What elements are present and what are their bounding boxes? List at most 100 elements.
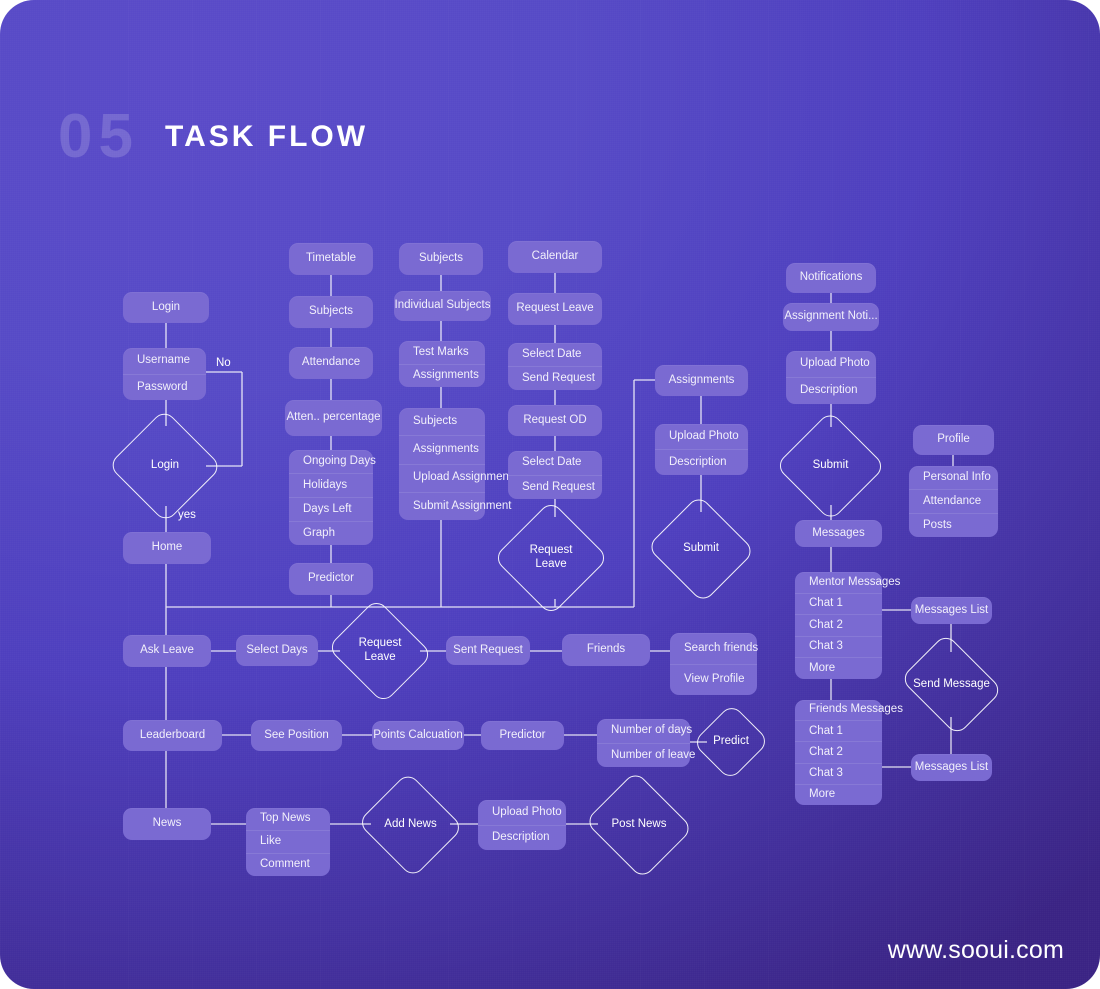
node-label-description: Description xyxy=(786,377,876,404)
node-ask-leave[interactable]: Ask Leave xyxy=(123,635,211,667)
node-select-days[interactable]: Select Days xyxy=(236,635,318,666)
node-label-view-profile: View Profile xyxy=(670,663,757,696)
decision-predict[interactable]: Predict xyxy=(692,703,770,781)
node-label-mentor-messages: Mentor Messages xyxy=(809,575,901,588)
node-points-calculation[interactable]: Points Calcuation xyxy=(372,721,464,750)
node-label-description: Description xyxy=(655,449,748,475)
node-label-subjects: Subjects xyxy=(413,414,458,427)
node-label: Predict xyxy=(713,735,749,748)
node-friends-actions[interactable]: Search friends View Profile xyxy=(670,633,758,696)
node-leave-form[interactable]: Select Date Send Request xyxy=(508,343,602,390)
decision-send-message[interactable]: Send Message xyxy=(899,632,1004,737)
node-assignment-notification[interactable]: Assignment Noti... xyxy=(783,303,879,331)
node-friends-messages[interactable]: Friends Messages Chat 1 Chat 2 Chat 3 Mo… xyxy=(795,700,903,805)
node-label-assignments: Assignments xyxy=(399,363,485,388)
node-attendance-percentage[interactable]: Atten.. percentage xyxy=(285,400,382,436)
decision-request-leave-flow[interactable]: Request Leave xyxy=(326,597,434,705)
node-assignments[interactable]: Assignments xyxy=(655,365,748,396)
node-news-actions[interactable]: Top News Like Comment xyxy=(246,808,330,876)
node-messages-list-bottom[interactable]: Messages List xyxy=(911,754,992,781)
node-label-upload-photo: Upload Photo xyxy=(800,357,870,370)
node-label-password: Password xyxy=(123,373,206,401)
node-news-upload[interactable]: Upload Photo Description xyxy=(478,800,566,850)
node-messages-list-top[interactable]: Messages List xyxy=(911,597,992,624)
node-label: Ask Leave xyxy=(140,644,194,657)
node-friends[interactable]: Friends xyxy=(562,634,650,666)
node-profile-details[interactable]: Personal Info Attendance Posts xyxy=(909,466,998,537)
node-home[interactable]: Home xyxy=(123,532,211,564)
decision-submit-notification[interactable]: Submit xyxy=(774,410,887,522)
node-attendance-details[interactable]: Ongoing Days Holidays Days Left Graph xyxy=(289,450,376,545)
node-mentor-messages[interactable]: Mentor Messages Chat 1 Chat 2 Chat 3 Mor… xyxy=(795,572,901,679)
node-predictor-top[interactable]: Predictor xyxy=(289,563,373,595)
node-request-leave[interactable]: Request Leave xyxy=(508,293,602,325)
node-messages[interactable]: Messages xyxy=(795,520,882,547)
node-label: Calendar xyxy=(531,250,579,263)
node-label-graph: Graph xyxy=(289,521,373,545)
node-see-position[interactable]: See Position xyxy=(251,720,342,751)
node-label: Request OD xyxy=(523,413,587,426)
decision-request-leave-calendar[interactable]: Request Leave xyxy=(493,500,609,616)
node-label: Messages List xyxy=(914,603,989,616)
node-login[interactable]: Login xyxy=(123,292,209,323)
decision-login[interactable]: Login xyxy=(107,408,223,524)
node-label-posts: Posts xyxy=(909,513,998,537)
footer-url: www.sooui.com xyxy=(887,936,1064,964)
node-profile[interactable]: Profile xyxy=(913,425,994,455)
node-individual-subjects[interactable]: Individual Subjects xyxy=(394,291,491,321)
node-label: Request Leave xyxy=(516,302,594,315)
node-label-description: Description xyxy=(478,824,566,851)
node-leaderboard[interactable]: Leaderboard xyxy=(123,720,222,751)
node-label-chat-2: Chat 2 xyxy=(795,741,882,762)
node-marks-assignments[interactable]: Test Marks Assignments xyxy=(399,341,485,387)
node-label: Sent Request xyxy=(453,643,523,656)
node-predictor-inputs[interactable]: Number of days Number of leave xyxy=(597,719,695,768)
decision-post-news[interactable]: Post News xyxy=(584,770,694,880)
node-label-assignments: Assignments xyxy=(399,435,485,463)
node-label-like: Like xyxy=(246,830,330,853)
node-request-od[interactable]: Request OD xyxy=(508,405,602,436)
node-label-attendance: Attendance xyxy=(909,489,998,513)
node-od-form[interactable]: Select Date Send Request xyxy=(508,451,602,499)
node-assignment-actions[interactable]: Subjects Assignments Upload Assignment S… xyxy=(399,408,512,520)
node-label: Friends xyxy=(586,643,626,656)
node-label: Select Days xyxy=(246,643,308,656)
node-label-chat-1: Chat 1 xyxy=(795,592,882,615)
node-label: Assignment Noti... xyxy=(784,310,878,323)
node-timetable[interactable]: Timetable xyxy=(289,243,373,275)
node-label: Predictor xyxy=(307,572,355,585)
node-label: Timetable xyxy=(305,252,357,265)
node-label-comment: Comment xyxy=(246,853,330,876)
node-label-number-of-leave: Number of leave xyxy=(597,742,695,768)
node-sent-request[interactable]: Sent Request xyxy=(446,636,530,665)
node-predictor[interactable]: Predictor xyxy=(481,721,564,750)
node-label: Home xyxy=(151,541,183,554)
node-news[interactable]: News xyxy=(123,808,211,840)
node-calendar[interactable]: Calendar xyxy=(508,241,602,273)
node-notifications[interactable]: Notifications xyxy=(786,263,876,293)
node-label-username: Username xyxy=(137,354,191,366)
node-label: Login xyxy=(151,300,181,313)
node-label-test-marks: Test Marks xyxy=(413,345,469,358)
node-label-friends-messages: Friends Messages xyxy=(809,703,903,716)
node-label: See Position xyxy=(264,728,329,741)
node-label: News xyxy=(152,817,182,830)
node-label-chat-3: Chat 3 xyxy=(795,762,882,784)
node-label-ongoing-days: Ongoing Days xyxy=(303,454,376,467)
node-assignment-upload[interactable]: Upload Photo Description xyxy=(655,424,748,475)
node-label: Submit xyxy=(683,542,719,555)
node-label-upload-assignment: Upload Assignment xyxy=(399,463,512,492)
node-label: Profile xyxy=(937,433,970,446)
node-attendance[interactable]: Attendance xyxy=(289,347,373,379)
decision-add-news[interactable]: Add News xyxy=(357,771,464,879)
node-subjects-timetable[interactable]: Subjects xyxy=(289,296,373,328)
node-label-more: More xyxy=(795,783,882,805)
node-label: Attendance xyxy=(301,356,361,369)
node-label: Add News xyxy=(384,818,437,831)
node-credentials[interactable]: Username Password xyxy=(123,348,206,400)
node-notification-upload[interactable]: Upload Photo Description xyxy=(786,351,876,404)
decision-submit-assignment[interactable]: Submit xyxy=(646,494,756,604)
node-label: Predictor xyxy=(499,728,546,741)
node-subjects[interactable]: Subjects xyxy=(399,243,483,275)
node-label-number-of-days: Number of days xyxy=(611,724,693,736)
